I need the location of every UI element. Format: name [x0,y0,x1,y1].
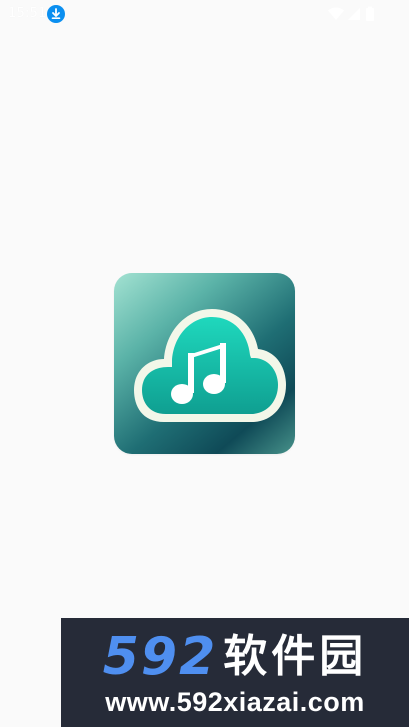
status-time: 15:51 [8,6,47,21]
signal-icon [348,8,360,20]
status-icons [327,6,379,22]
download-icon [47,5,65,23]
cloud-music-note-icon [134,309,286,422]
status-bar: 15:51 [0,0,409,28]
wifi-icon [328,7,344,20]
watermark-banner: 592 软件园 www.592xiazai.com [61,618,409,727]
app-logo [114,273,295,454]
watermark-number: 592 [102,627,218,687]
watermark-url: www.592xiazai.com [105,687,365,717]
battery-icon [366,6,374,21]
watermark-chinese-text: 软件园 [223,631,368,682]
watermark-brand: 592 软件园 [61,626,409,688]
